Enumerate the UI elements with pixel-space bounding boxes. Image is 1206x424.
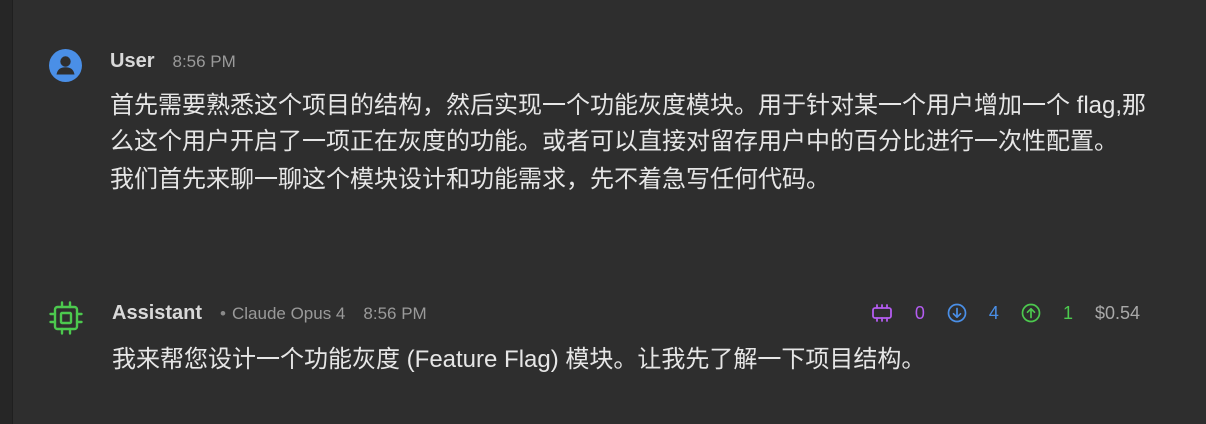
user-header: User 8:56 PM — [110, 50, 236, 73]
user-paragraph: 首先需要熟悉这个项目的结构，然后实现一个功能灰度模块。用于针对某一个用户增加一个… — [110, 92, 1147, 155]
left-rail — [0, 0, 13, 424]
assistant-timestamp: 8:56 PM — [363, 304, 427, 323]
input-tokens-stat: 4 — [947, 303, 999, 324]
cost-value: $0.54 — [1094, 302, 1140, 323]
user-message-body: 首先需要熟悉这个项目的结构，然后实现一个功能灰度模块。用于针对某一个用户增加一个… — [110, 88, 1150, 198]
output-tokens-stat: 1 — [1021, 303, 1073, 324]
model-name: • Claude Opus 4 — [220, 304, 346, 323]
input-tokens-value: 4 — [988, 302, 999, 323]
person-icon — [49, 49, 82, 82]
assistant-author: Assistant — [112, 302, 203, 324]
assistant-header: Assistant • Claude Opus 4 8:56 PM — [112, 302, 427, 325]
arrow-up-circle-icon — [1021, 303, 1041, 323]
assistant-message-body: 我来帮您设计一个功能灰度 (Feature Flag) 模块。让我先了解一下项目… — [112, 342, 1152, 378]
user-paragraph: 我们首先来聊一聊这个模块设计和功能需求，先不着急写任何代码。 — [110, 166, 830, 193]
cache-tokens-value: 0 — [914, 302, 925, 323]
user-author: User — [110, 50, 155, 72]
model-label: Claude Opus 4 — [231, 304, 346, 323]
assistant-avatar — [49, 301, 83, 335]
chip-icon — [49, 301, 83, 335]
assistant-paragraph: 我来帮您设计一个功能灰度 (Feature Flag) 模块。让我先了解一下项目… — [112, 346, 926, 373]
output-tokens-value: 1 — [1062, 302, 1073, 323]
usage-stats: 0 4 1 $0.54 — [871, 300, 1140, 326]
cache-icon — [872, 304, 892, 322]
cache-tokens-stat: 0 — [871, 303, 925, 324]
user-timestamp: 8:56 PM — [172, 52, 236, 71]
arrow-down-circle-icon — [947, 303, 967, 323]
user-avatar — [49, 49, 82, 82]
